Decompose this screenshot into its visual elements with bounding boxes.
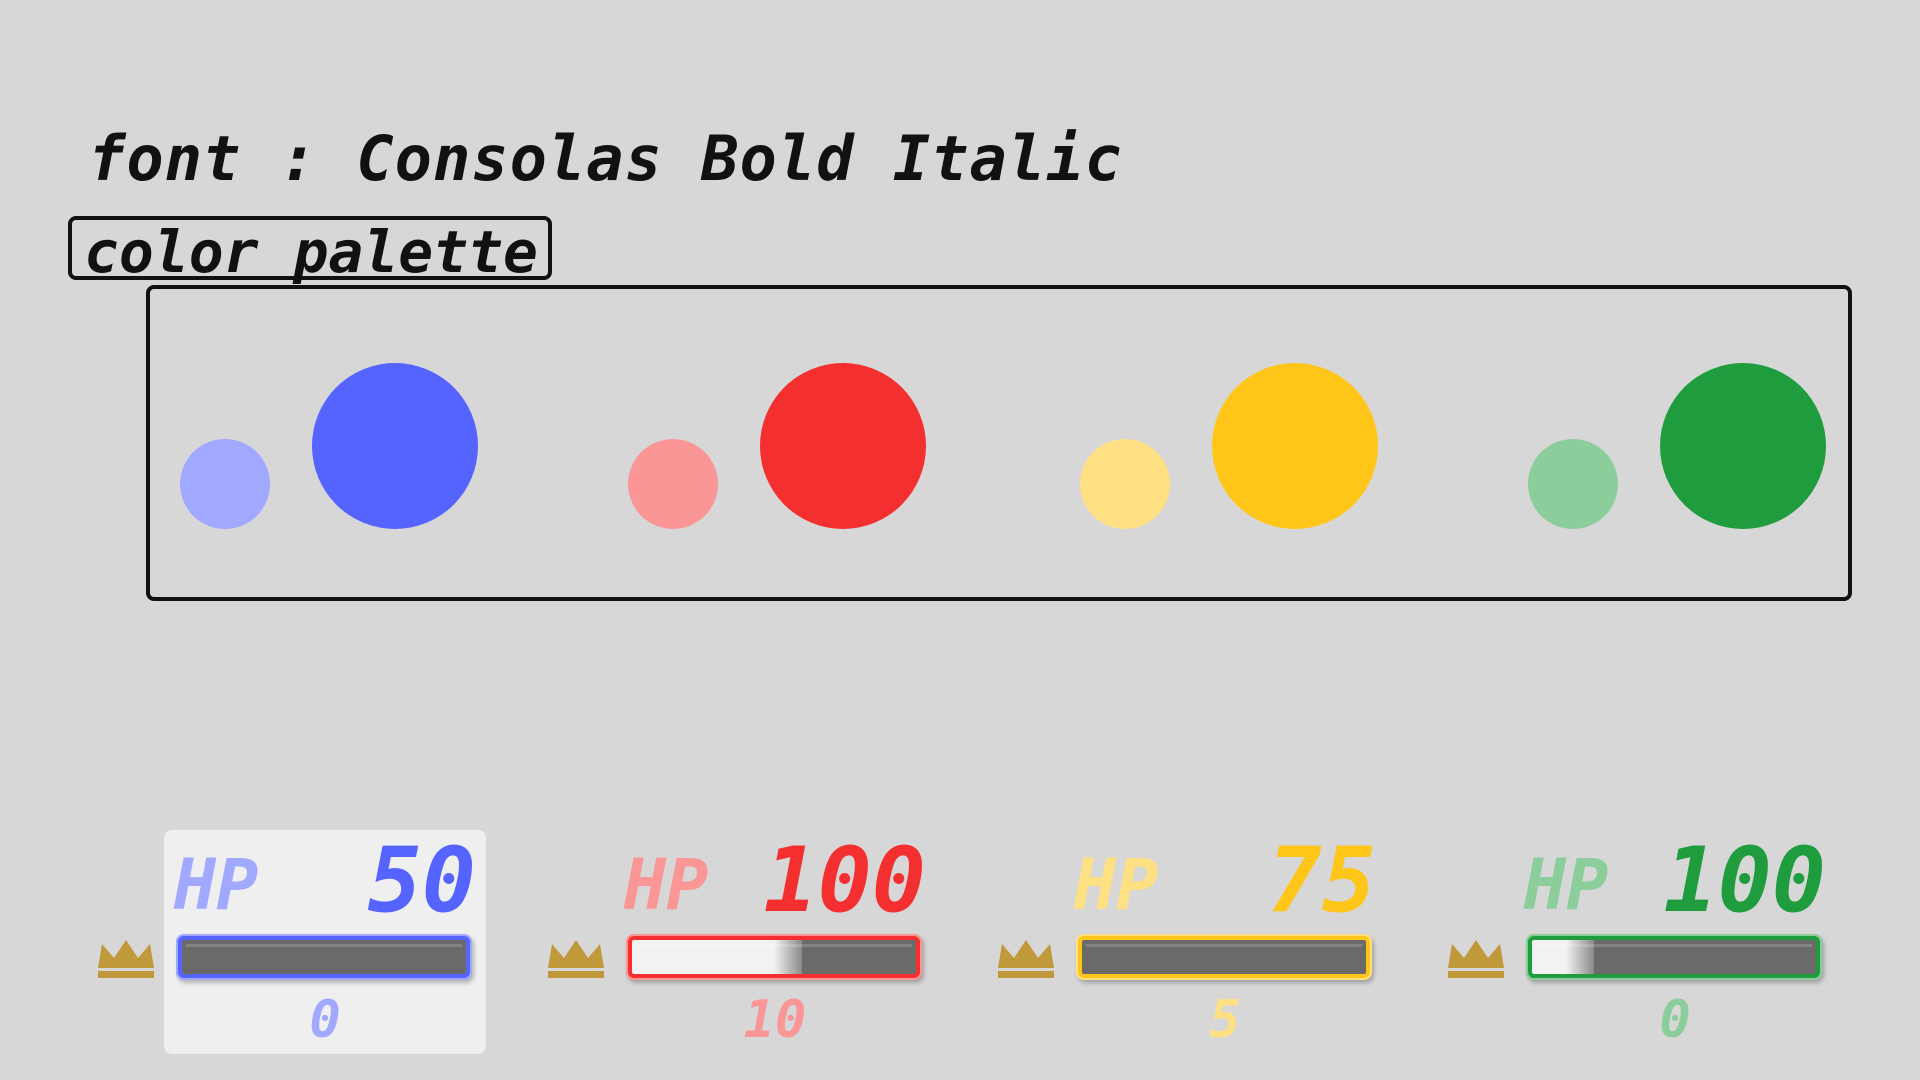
hp-label: HP [174, 844, 259, 926]
swatch-blue-dark [312, 363, 478, 529]
swatch-green-dark [1660, 363, 1826, 529]
color-palette-label: color palette [68, 216, 552, 284]
hp-bar [176, 934, 472, 980]
crown-icon [1448, 940, 1504, 978]
hp-label: HP [624, 844, 709, 926]
hp-card-green[interactable]: HP 100 0 [1514, 830, 1836, 1054]
sub-value: 5 [1209, 990, 1241, 1050]
hp-card-red[interactable]: HP 100 10 [614, 830, 936, 1054]
swatch-yellow-dark [1212, 363, 1378, 529]
hp-label: HP [1524, 844, 1609, 926]
hp-bar [1076, 934, 1372, 980]
sub-value: 0 [1659, 990, 1691, 1050]
hp-card-blue[interactable]: HP 50 0 [164, 830, 486, 1054]
swatch-red-dark [760, 363, 926, 529]
hp-value: 75 [1267, 828, 1376, 933]
hp-label: HP [1074, 844, 1159, 926]
hp-bar [1526, 934, 1822, 980]
hp-card-yellow[interactable]: HP 75 5 [1064, 830, 1386, 1054]
hp-bar [626, 934, 922, 980]
crown-icon [548, 940, 604, 978]
hp-value: 50 [367, 828, 476, 933]
sub-value: 10 [743, 990, 807, 1050]
swatch-red-light [628, 439, 718, 529]
color-palette-swatches [146, 285, 1852, 601]
swatch-green-light [1528, 439, 1618, 529]
crown-icon [998, 940, 1054, 978]
hp-value: 100 [763, 828, 926, 933]
font-caption: font : Consolas Bold Italic [88, 122, 1123, 195]
swatch-blue-light [180, 439, 270, 529]
swatch-yellow-light [1080, 439, 1170, 529]
crown-icon [98, 940, 154, 978]
hp-value: 100 [1663, 828, 1826, 933]
sub-value: 0 [309, 990, 341, 1050]
